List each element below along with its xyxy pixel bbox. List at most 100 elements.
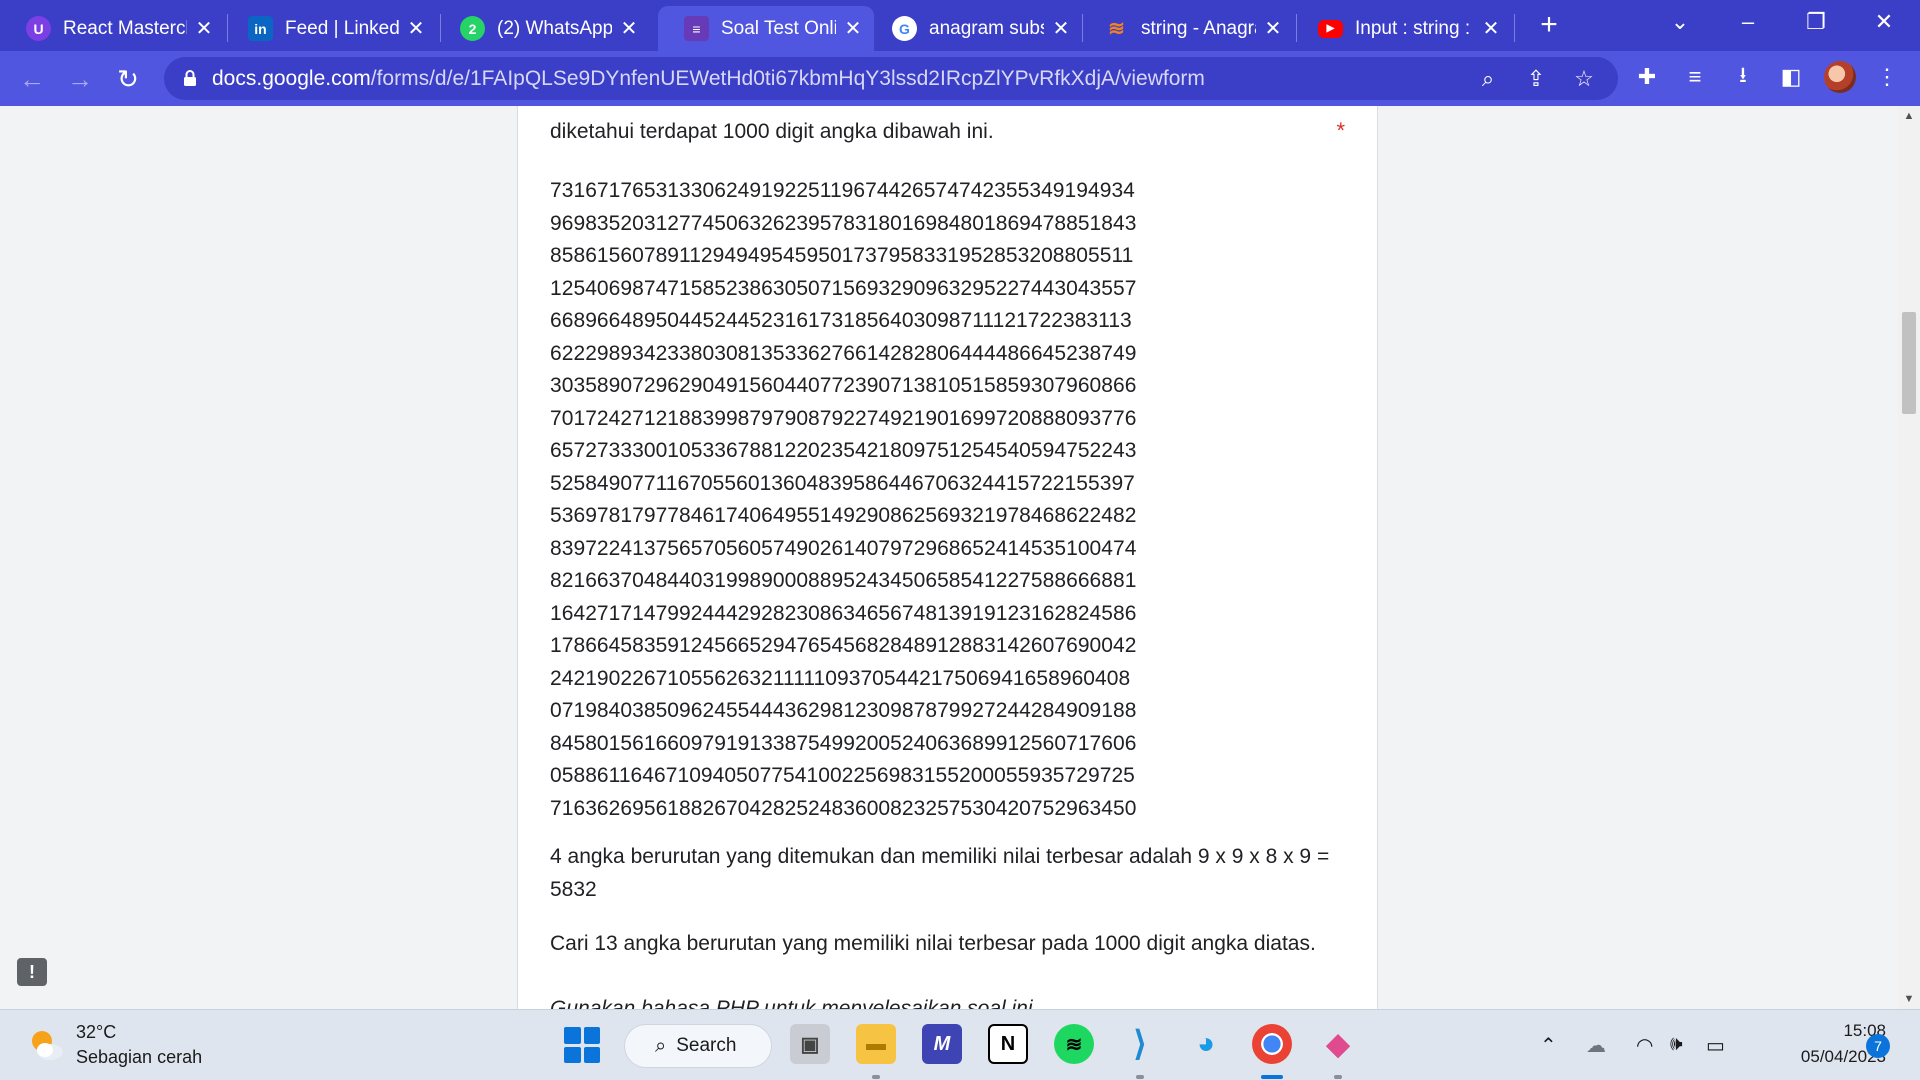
running-indicator — [1136, 1075, 1144, 1079]
google-forms-icon: ≡ — [684, 16, 709, 41]
digit-line: 7316717653133062491922511967442657474235… — [550, 179, 1135, 202]
profile-avatar[interactable] — [1824, 61, 1856, 93]
notification-badge[interactable]: 7 — [1866, 1034, 1890, 1058]
tab-react-masterclass[interactable]: U React Mastercla ✕ — [0, 6, 225, 51]
spotify-icon[interactable]: ≋ — [1054, 1024, 1094, 1064]
wifi-icon[interactable]: ◠ — [1636, 1033, 1653, 1058]
scroll-down-icon[interactable]: ▼ — [1898, 989, 1920, 1009]
edge-icon[interactable]: ◕ — [1186, 1024, 1226, 1064]
file-explorer-icon[interactable]: ▬ — [856, 1024, 896, 1064]
digit-line: 7163626956188267042825248360082325753042… — [550, 796, 1137, 820]
url-domain: docs.google.com — [212, 67, 371, 90]
whatsapp-icon: 2 — [460, 16, 485, 41]
digit-line: 8397224137565705605749026140797296865241… — [550, 536, 1137, 560]
close-icon[interactable]: ✕ — [1262, 18, 1284, 40]
digit-line: 0719840385096245544436298123098787992724… — [550, 699, 1137, 722]
digit-block: 7316717653133062491922511967442657474235… — [550, 175, 1136, 825]
side-panel-icon[interactable]: ◧ — [1776, 62, 1806, 92]
linkedin-icon: in — [248, 16, 273, 41]
google-icon: G — [892, 16, 917, 41]
task-view-icon[interactable]: ▣ — [790, 1024, 830, 1064]
digit-line: 2421902267105562632111110937054421750694… — [550, 666, 1131, 690]
react-mastercl-icon: U — [26, 16, 51, 41]
lock-icon — [184, 70, 196, 86]
form-question-card: diketahui terdapat 1000 digit angka diba… — [517, 106, 1378, 1009]
windows-taskbar: 32°C Sebagian cerah ⌕ Search ▣ ▬ M N ≋ ⟩… — [0, 1009, 1920, 1080]
forward-icon[interactable]: → — [64, 63, 96, 95]
tab-soal-test-online[interactable]: ≡ Soal Test Onlin ✕ — [658, 6, 874, 51]
digit-line: 8458015616609791913387549920052406368991… — [550, 731, 1137, 755]
digit-line: 1642717147992444292823086346567481391912… — [550, 601, 1137, 625]
address-bar[interactable]: docs.google.com/forms/d/e/1FAIpQLSe9DYnf… — [164, 57, 1618, 100]
volume-icon[interactable]: 🕪 — [1670, 1033, 1683, 1056]
task-paragraph: Cari 13 angka berurutan yang memiliki ni… — [550, 932, 1316, 955]
digit-line: 8586156078911294949545950173795833195285… — [550, 244, 1134, 267]
digit-line: 5258490771167055601360483958644670632441… — [550, 471, 1135, 495]
scroll-up-icon[interactable]: ▲ — [1898, 106, 1920, 126]
tab-youtube[interactable]: ▶ Input : string : ✕ — [1292, 6, 1512, 51]
close-icon[interactable]: ✕ — [405, 18, 427, 40]
gitkraken-icon[interactable]: ◆ — [1318, 1024, 1358, 1064]
back-icon[interactable]: ← — [16, 63, 48, 95]
taskbar-search-button[interactable]: ⌕ Search — [624, 1024, 772, 1068]
url-path: /forms/d/e/1FAIpQLSe9DYnfenUEWetHd0ti67k… — [370, 67, 1205, 90]
close-icon[interactable]: ✕ — [842, 18, 864, 40]
digit-line: 5369781797784617406495514929086256932197… — [550, 504, 1137, 527]
vscode-icon[interactable]: ⟩ — [1120, 1024, 1160, 1064]
youtube-icon: ▶ — [1318, 19, 1343, 38]
scroll-thumb[interactable] — [1902, 312, 1916, 414]
digit-line: 3035890729629049156044077239071381051585… — [550, 374, 1137, 397]
running-indicator — [1334, 1075, 1342, 1079]
bookmark-star-icon[interactable]: ☆ — [1572, 66, 1596, 91]
tab-strip: U React Mastercla ✕ in Feed | LinkedIn ✕… — [0, 0, 1920, 51]
tab-search-icon[interactable]: ⌄ — [1650, 0, 1710, 44]
digit-line: 1254069874715852386305071569329096329522… — [550, 276, 1137, 300]
weather-temperature[interactable]: 32°C — [76, 1022, 116, 1043]
url-text[interactable]: docs.google.com/forms/d/e/1FAIpQLSe9DYnf… — [212, 67, 1205, 91]
close-icon[interactable]: ✕ — [193, 18, 215, 40]
notion-icon[interactable]: N — [988, 1024, 1028, 1064]
window-close-icon[interactable]: ✕ — [1854, 0, 1914, 44]
report-feedback-icon[interactable]: ! — [17, 958, 47, 986]
close-icon[interactable]: ✕ — [1480, 18, 1502, 40]
app-m-icon[interactable]: M — [922, 1024, 962, 1064]
tab-whatsapp[interactable]: 2 (2) WhatsApp ✕ — [434, 6, 650, 51]
zoom-icon[interactable]: ⌕ — [1476, 66, 1500, 91]
start-windows-icon[interactable] — [564, 1027, 600, 1063]
digit-line: 6689664895044524452316173185640309871112… — [550, 309, 1132, 332]
close-icon[interactable]: ✕ — [1050, 18, 1072, 40]
running-indicator — [872, 1075, 880, 1079]
stackoverflow-icon: ≋ — [1108, 18, 1125, 40]
tab-anagram-search[interactable]: G anagram subst ✕ — [866, 6, 1082, 51]
minimize-icon[interactable]: – — [1718, 0, 1778, 44]
reload-icon[interactable]: ↻ — [112, 63, 144, 95]
battery-icon[interactable]: ▭ — [1706, 1033, 1725, 1058]
digit-line: 6572733300105336788122023542180975125454… — [550, 439, 1137, 462]
tab-stackoverflow[interactable]: ≋ string - Anagra ✕ — [1078, 6, 1294, 51]
example-paragraph: 4 angka berurutan yang ditemukan dan mem… — [550, 845, 1330, 901]
menu-kebab-icon[interactable]: ⋮ — [1872, 62, 1902, 92]
restore-icon[interactable]: ❐ — [1786, 0, 1846, 44]
weather-description[interactable]: Sebagian cerah — [76, 1047, 202, 1068]
digit-line: 9698352031277450632623957831801698480186… — [550, 211, 1137, 235]
digit-line: 8216637048440319989000889524345065854122… — [550, 569, 1137, 592]
chrome-icon[interactable] — [1252, 1024, 1292, 1064]
digit-line: 6222989342338030813533627661428280644448… — [550, 341, 1137, 365]
download-icon[interactable]: ⭳ — [1728, 62, 1758, 92]
share-icon[interactable]: ⇪ — [1524, 66, 1548, 91]
digit-line: 1786645835912456652947654568284891288314… — [550, 634, 1137, 657]
tab-linkedin[interactable]: in Feed | LinkedIn ✕ — [222, 6, 437, 51]
close-icon[interactable]: ✕ — [618, 18, 640, 40]
active-indicator — [1261, 1075, 1283, 1079]
digit-line: 0588611646710940507754100225698315520005… — [550, 764, 1135, 787]
media-control-icon[interactable]: ≡ — [1680, 62, 1710, 92]
page-scrollbar[interactable]: ▲ ▼ — [1898, 106, 1920, 1009]
search-icon: ⌕ — [655, 1034, 667, 1057]
weather-partly-sunny-icon[interactable] — [26, 1025, 66, 1065]
search-label: Search — [676, 1035, 737, 1056]
page-viewport: diketahui terdapat 1000 digit angka diba… — [0, 106, 1898, 1009]
show-hidden-icons-icon[interactable]: ⌃ — [1540, 1033, 1557, 1058]
extensions-icon[interactable]: ✚ — [1632, 62, 1662, 92]
onedrive-icon[interactable]: ☁ — [1586, 1033, 1606, 1058]
new-tab-button[interactable]: + — [1534, 8, 1564, 41]
